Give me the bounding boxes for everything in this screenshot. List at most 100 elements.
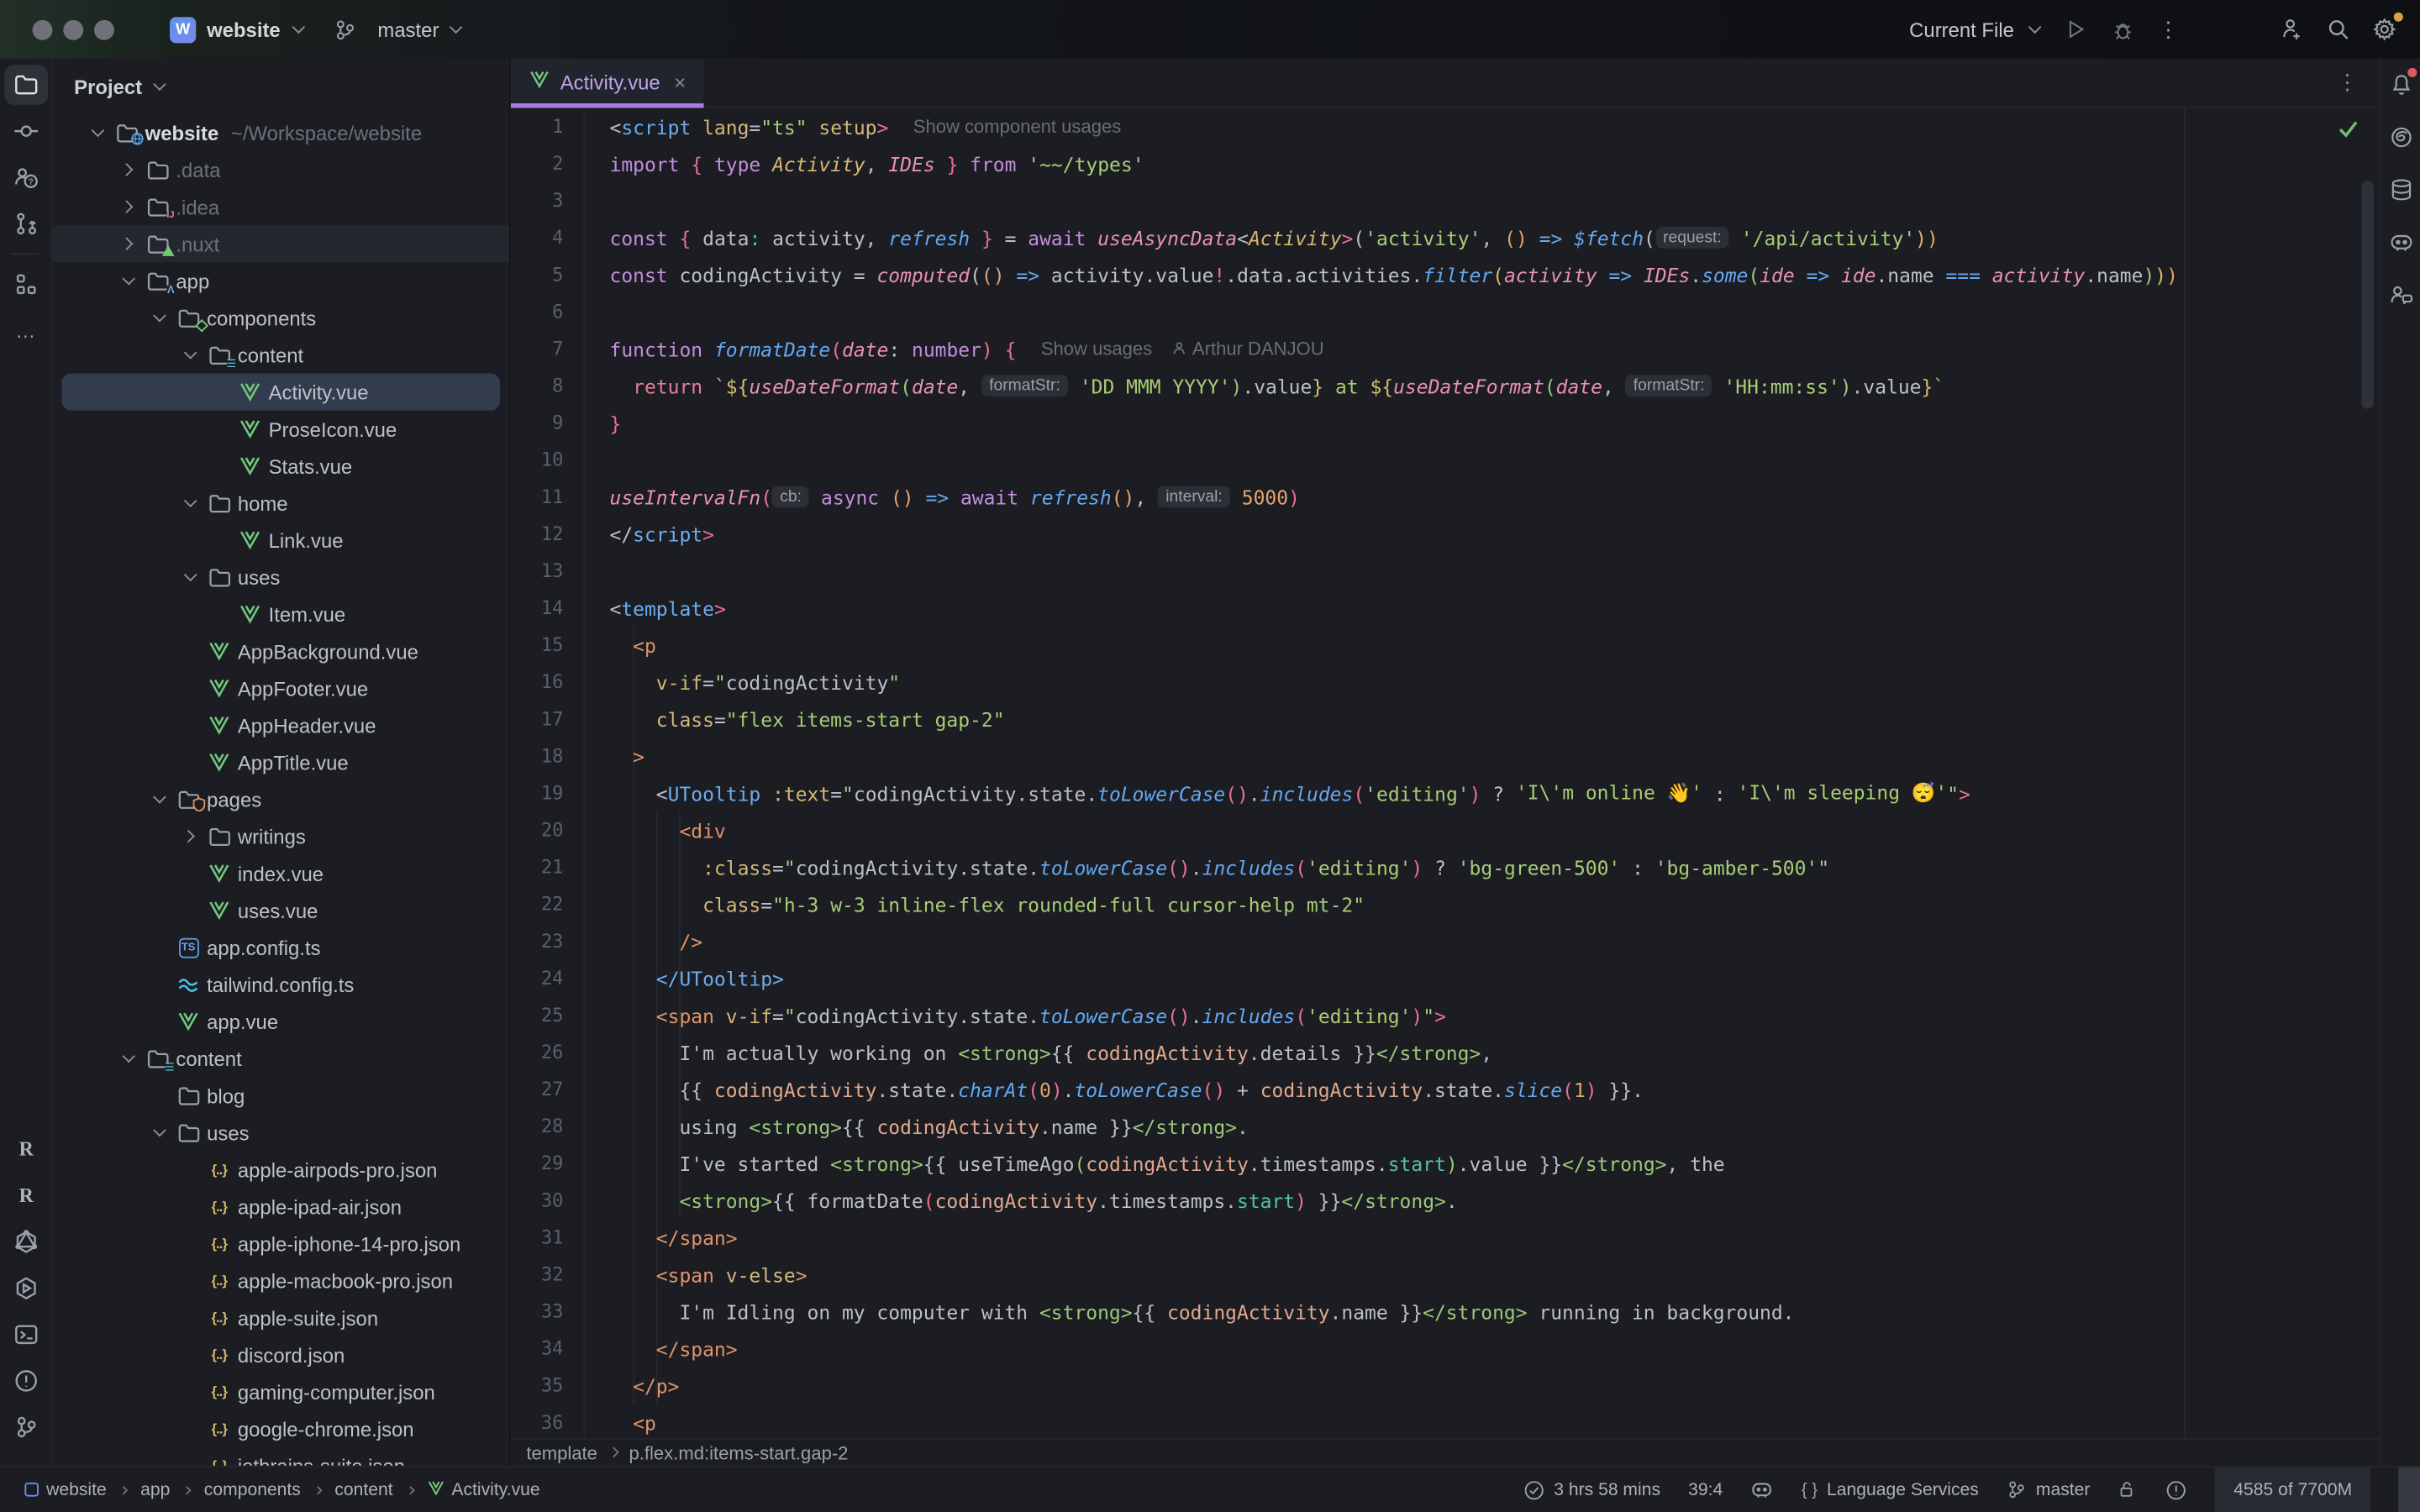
window-zoom-button[interactable] xyxy=(94,19,114,39)
line-number[interactable]: 26 xyxy=(511,1042,563,1063)
tree-row-pages[interactable]: pages xyxy=(52,780,509,817)
line-number[interactable]: 8 xyxy=(511,375,563,396)
line-number[interactable]: 4 xyxy=(511,227,563,249)
chevron-down-icon[interactable] xyxy=(173,572,204,581)
line-number[interactable]: 21 xyxy=(511,856,563,878)
run-button[interactable] xyxy=(2053,6,2099,52)
code-vision-hint[interactable]: Show usages xyxy=(1041,338,1152,360)
problems-icon[interactable] xyxy=(5,1361,48,1401)
tree-row-app-config-ts[interactable]: TSapp.config.ts xyxy=(52,929,509,966)
status-breadcrumb-app[interactable]: app xyxy=(140,1480,170,1499)
wakatime-widget[interactable]: 3 hrs 58 mins xyxy=(1523,1479,1661,1501)
code-with-me-icon[interactable] xyxy=(2386,281,2417,308)
git-branch-widget[interactable]: master xyxy=(2007,1479,2090,1499)
line-number[interactable]: 6 xyxy=(511,301,563,323)
window-minimize-button[interactable] xyxy=(63,19,83,39)
more-options-kebab[interactable]: ⋮ xyxy=(2145,6,2191,52)
line-number[interactable]: 22 xyxy=(511,893,563,915)
line-number[interactable]: 11 xyxy=(511,486,563,508)
ai-assistant-icon[interactable] xyxy=(2386,123,2417,151)
chevron-down-icon[interactable] xyxy=(111,1053,142,1063)
tab-options-kebab[interactable]: ⋮ xyxy=(2337,70,2359,96)
tree-row-tailwind-config-ts[interactable]: tailwind.config.ts xyxy=(52,966,509,1003)
tree-row-link-vue[interactable]: Link.vue xyxy=(52,522,509,559)
line-number[interactable]: 5 xyxy=(511,264,563,286)
r-plugin-icon[interactable]: R xyxy=(5,1129,48,1169)
line-number[interactable]: 3 xyxy=(511,190,563,212)
users-question-icon[interactable]: ? xyxy=(5,157,48,197)
line-number[interactable]: 28 xyxy=(511,1116,563,1137)
project-panel-title[interactable]: Project xyxy=(74,75,142,98)
tree-row-content[interactable]: ☰content xyxy=(52,1040,509,1077)
chevron-right-icon[interactable] xyxy=(111,202,142,212)
tree-row-activity-vue[interactable]: Activity.vue xyxy=(52,373,509,410)
tree-row--nuxt[interactable]: .nuxt xyxy=(52,225,509,262)
add-user-icon[interactable] xyxy=(2269,6,2315,52)
git-branch-icon[interactable] xyxy=(5,1407,48,1447)
tree-row-apple-macbook-pro-json[interactable]: {..}apple-macbook-pro.json xyxy=(52,1262,509,1299)
tree-row-appheader-vue[interactable]: AppHeader.vue xyxy=(52,706,509,743)
line-number[interactable]: 32 xyxy=(511,1263,563,1285)
tree-row-uses[interactable]: uses xyxy=(52,1114,509,1151)
line-number[interactable]: 15 xyxy=(511,634,563,656)
tree-row-proseicon-vue[interactable]: ProseIcon.vue xyxy=(52,411,509,448)
copilot-icon[interactable] xyxy=(2386,228,2417,256)
branch-name[interactable]: master xyxy=(377,18,439,41)
tree-row-uses-vue[interactable]: uses.vue xyxy=(52,892,509,929)
tree-row-index-vue[interactable]: index.vue xyxy=(52,855,509,892)
line-number[interactable]: 19 xyxy=(511,782,563,804)
line-number[interactable]: 17 xyxy=(511,708,563,730)
chevron-down-icon[interactable] xyxy=(173,350,204,360)
tree-row-components[interactable]: components xyxy=(52,299,509,336)
chevron-right-icon[interactable] xyxy=(111,239,142,249)
code-vision-hint[interactable]: Show component usages xyxy=(913,116,1122,138)
tree-row-stats-vue[interactable]: Stats.vue xyxy=(52,448,509,485)
terminal-icon[interactable] xyxy=(5,1315,48,1355)
problems-status-icon[interactable] xyxy=(2165,1479,2187,1501)
compare-branches-icon[interactable] xyxy=(5,203,48,244)
code-editor[interactable]: 1<script lang="ts" setup>Show component … xyxy=(511,108,2380,1438)
tree-row-writings[interactable]: writings xyxy=(52,817,509,854)
graphql-icon[interactable] xyxy=(5,1222,48,1263)
tree-row-apptitle-vue[interactable]: AppTitle.vue xyxy=(52,743,509,780)
caret-position[interactable]: 39:4 xyxy=(1688,1480,1723,1499)
tree-row-appbackground-vue[interactable]: AppBackground.vue xyxy=(52,633,509,669)
tree-row-home[interactable]: home xyxy=(52,485,509,522)
tree-row-apple-iphone-14-pro-json[interactable]: {..}apple-iphone-14-pro.json xyxy=(52,1225,509,1262)
line-number[interactable]: 36 xyxy=(511,1412,563,1434)
close-icon[interactable]: × xyxy=(674,71,686,94)
tree-row-apple-airpods-pro-json[interactable]: {..}apple-airpods-pro.json xyxy=(52,1151,509,1188)
line-number[interactable]: 30 xyxy=(511,1189,563,1211)
r-plugin-2-icon[interactable]: R xyxy=(5,1176,48,1216)
line-number[interactable]: 10 xyxy=(511,449,563,470)
language-services-widget[interactable]: { } Language Services xyxy=(1802,1480,1979,1499)
line-number[interactable]: 27 xyxy=(511,1079,563,1100)
status-breadcrumb-activity-vue[interactable]: Activity.vue xyxy=(427,1479,540,1501)
line-number[interactable]: 9 xyxy=(511,412,563,433)
status-breadcrumb-website[interactable]: website xyxy=(24,1480,106,1499)
chevron-down-icon[interactable] xyxy=(142,313,173,323)
notifications-icon[interactable] xyxy=(2386,71,2417,98)
status-breadcrumb-components[interactable]: components xyxy=(204,1480,301,1499)
chevron-right-icon[interactable] xyxy=(111,165,142,175)
line-number[interactable]: 20 xyxy=(511,819,563,841)
line-number[interactable]: 33 xyxy=(511,1300,563,1322)
tab-activity-vue[interactable]: Activity.vue × xyxy=(511,58,704,108)
line-number[interactable]: 24 xyxy=(511,968,563,990)
line-number[interactable]: 29 xyxy=(511,1152,563,1174)
search-icon[interactable] xyxy=(2315,6,2361,52)
code-vision-hint[interactable]: Arthur DANJOU xyxy=(1192,338,1324,360)
line-number[interactable]: 14 xyxy=(511,597,563,619)
line-number[interactable]: 2 xyxy=(511,153,563,175)
line-number[interactable]: 23 xyxy=(511,931,563,953)
tree-row-item-vue[interactable]: Item.vue xyxy=(52,596,509,633)
line-number[interactable]: 1 xyxy=(511,116,563,138)
chevron-down-icon[interactable] xyxy=(173,498,204,507)
project-folder-icon[interactable] xyxy=(5,65,48,105)
tree-row-google-chrome-json[interactable]: {..}google-chrome.json xyxy=(52,1410,509,1447)
tree-row-uses[interactable]: uses xyxy=(52,559,509,596)
tree-row-app[interactable]: Λapp xyxy=(52,262,509,299)
tree-row-jetbrains-suite-json[interactable]: {..}jetbrains-suite.json xyxy=(52,1447,509,1466)
tree-row-app-vue[interactable]: app.vue xyxy=(52,1003,509,1040)
line-number[interactable]: 35 xyxy=(511,1375,563,1397)
